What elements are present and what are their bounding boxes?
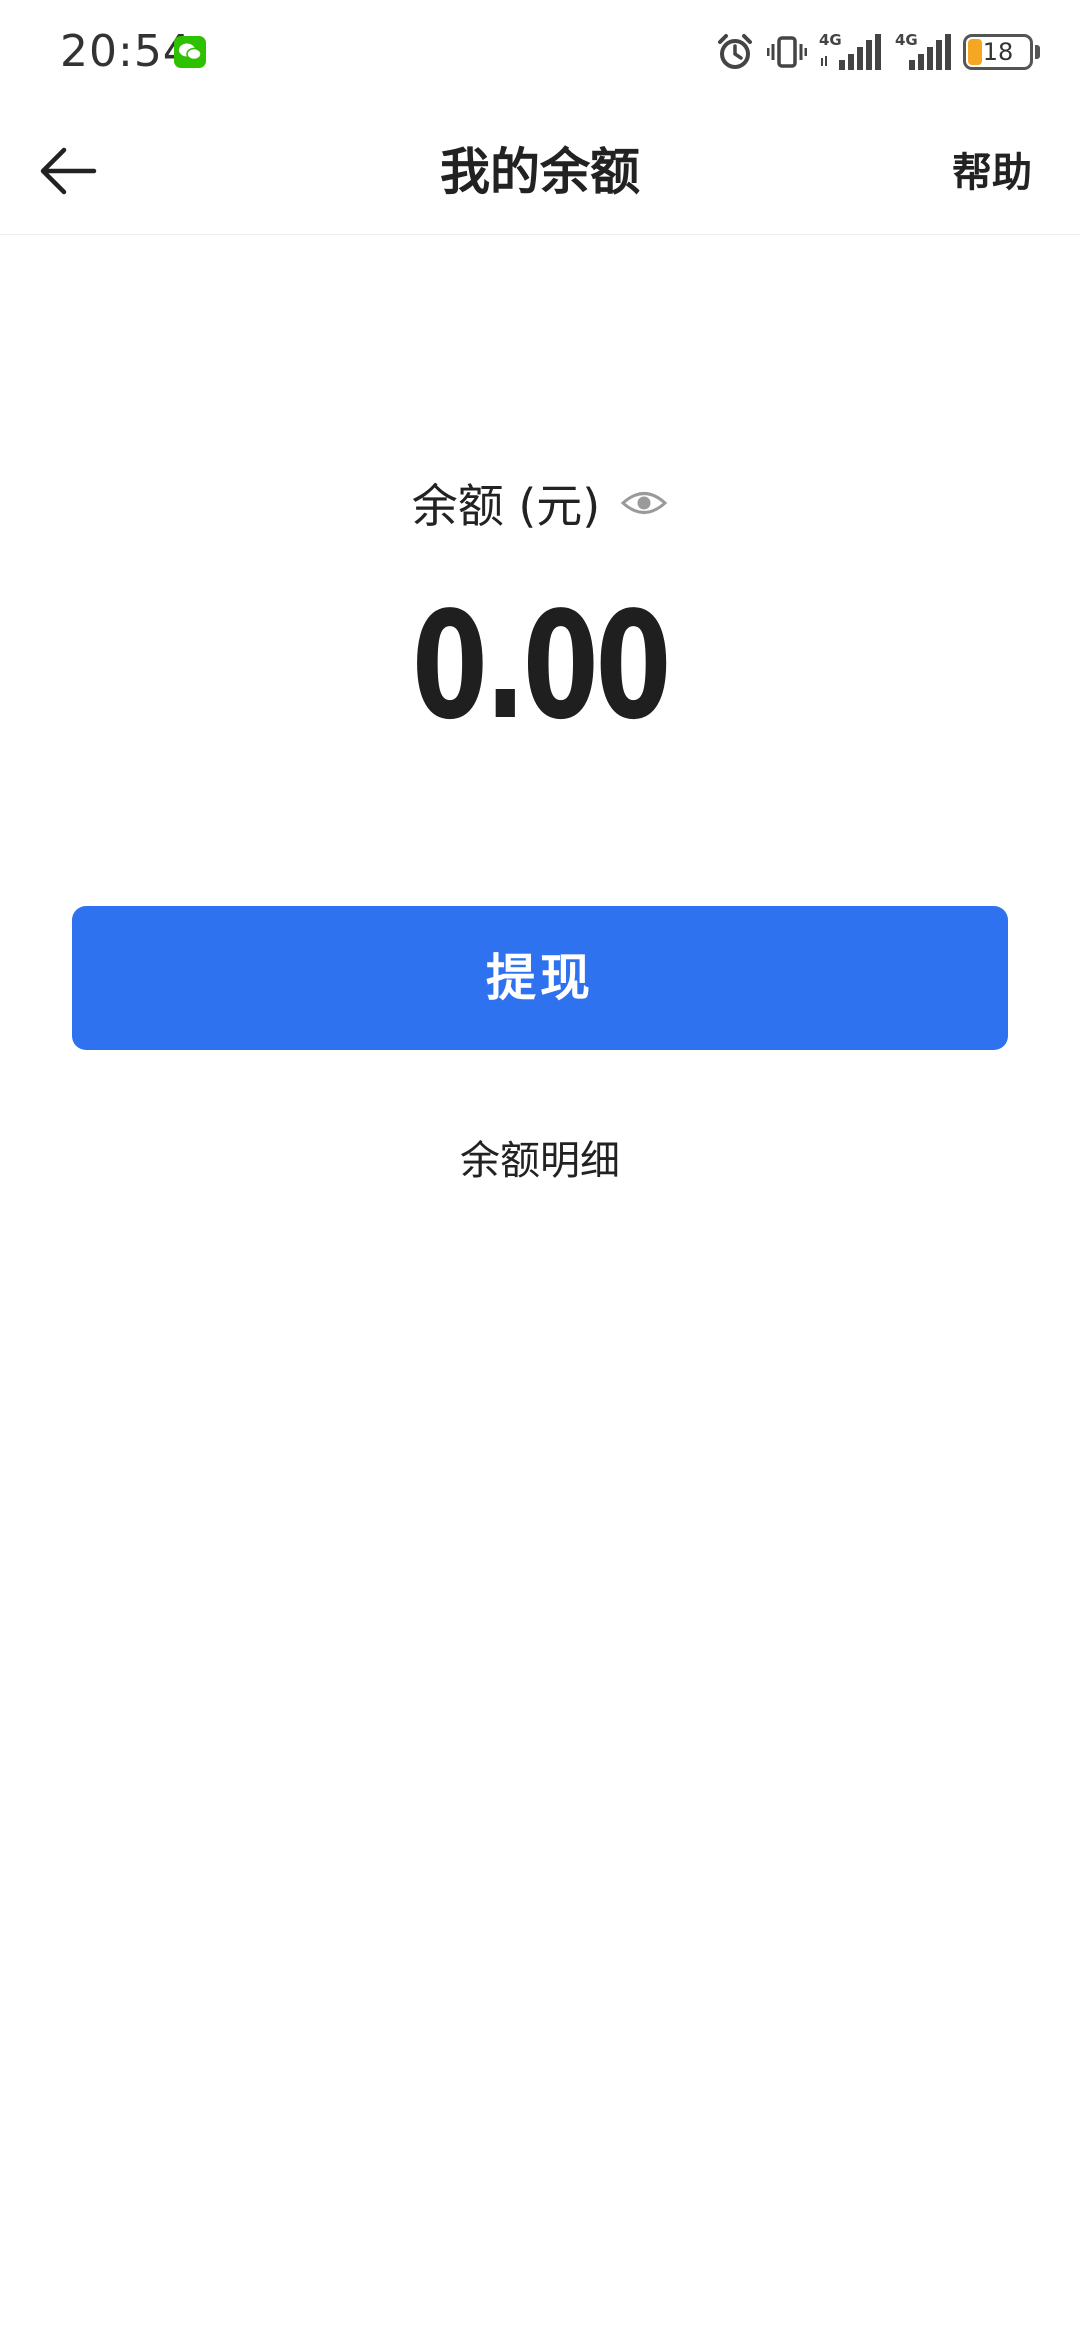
balance-label: 余额 (元) bbox=[411, 479, 601, 533]
wechat-icon bbox=[174, 36, 206, 68]
battery-level: 18 bbox=[982, 38, 1014, 66]
balance-amount: 0.00 bbox=[411, 580, 672, 752]
vibrate-icon bbox=[767, 36, 807, 68]
alarm-icon bbox=[718, 34, 752, 69]
battery-icon: 18 bbox=[963, 34, 1033, 70]
page-title: 我的余额 bbox=[440, 143, 640, 201]
balance-label-row: 余额 (元) bbox=[0, 470, 1080, 536]
signal-icon: 4G bbox=[895, 32, 951, 72]
app-header: 我的余额 帮助 bbox=[0, 104, 1080, 235]
help-button[interactable]: 帮助 bbox=[952, 140, 1032, 198]
status-time: 20:54 bbox=[60, 26, 192, 77]
eye-icon[interactable] bbox=[620, 488, 668, 518]
status-bar: 20:54 4G 4G 18 bbox=[0, 0, 1080, 104]
balance-details-link[interactable]: 余额明细 bbox=[0, 1128, 1080, 1186]
status-icons: 4G 4G 18 bbox=[715, 28, 1040, 76]
withdraw-button[interactable]: 提现 bbox=[72, 906, 1008, 1050]
battery-cap bbox=[1035, 45, 1040, 59]
signal-icon: 4G bbox=[819, 32, 883, 72]
